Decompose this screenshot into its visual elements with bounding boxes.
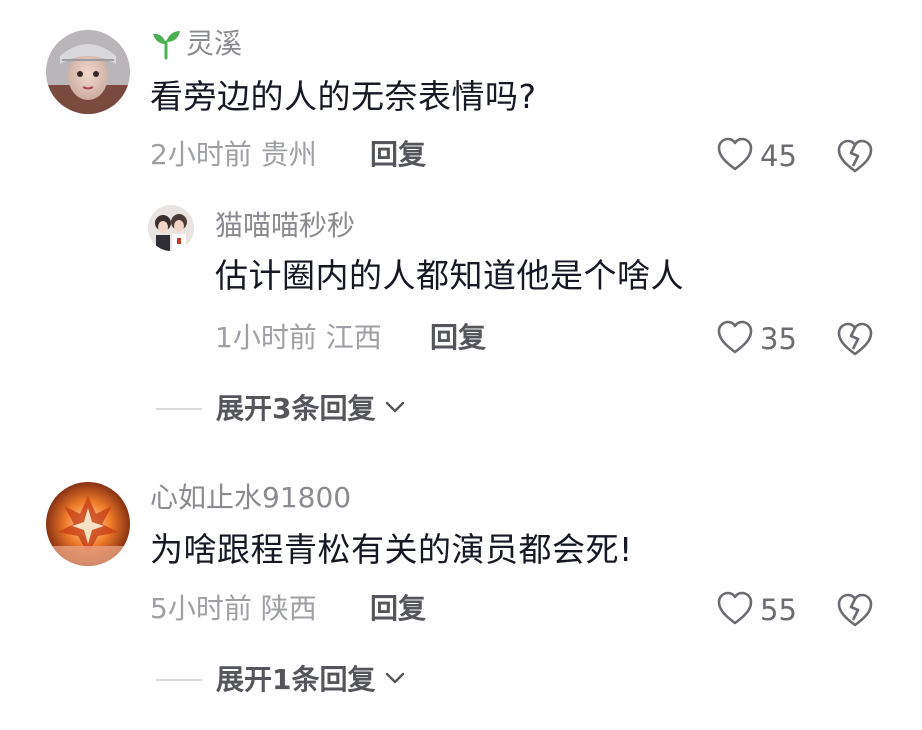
divider-line (156, 408, 202, 410)
broken-heart-icon (836, 138, 874, 178)
comment-username[interactable]: 心如止水91800 (150, 484, 351, 512)
comment-time: 5小时前 (150, 592, 252, 625)
chevron-down-icon (383, 397, 407, 421)
expand-replies-button[interactable]: 展开1条回复 (156, 666, 407, 694)
dislike-button[interactable] (836, 592, 874, 632)
comment-location: 陕西 (260, 592, 317, 625)
username-row: 灵溪 (150, 28, 242, 60)
chevron-down-icon (383, 668, 407, 692)
reply-username[interactable]: 猫喵喵秒秒 (215, 212, 355, 240)
expand-replies-label: 展开3条回复 (216, 392, 376, 425)
reply-button[interactable]: 回复 (430, 324, 486, 352)
like-button[interactable]: 35 (716, 319, 797, 359)
reply-time: 1小时前 (215, 321, 317, 354)
comment-text: 为啥跟程青松有关的演员都会死! (150, 530, 633, 569)
heart-outline-icon (716, 319, 754, 359)
broken-heart-icon (836, 592, 874, 632)
dislike-button[interactable] (836, 321, 874, 361)
avatar[interactable] (46, 482, 130, 566)
like-count: 35 (760, 321, 797, 356)
heart-outline-icon (716, 590, 754, 630)
like-count: 55 (760, 592, 797, 627)
divider-line (156, 679, 202, 681)
like-count: 45 (760, 138, 797, 173)
dislike-button[interactable] (836, 138, 874, 178)
broken-heart-icon (836, 321, 874, 361)
reply-meta: 1小时前 江西 (215, 324, 382, 352)
avatar[interactable] (46, 30, 130, 114)
reply-location: 江西 (325, 321, 382, 354)
reply-text: 估计圈内的人都知道他是个啥人 (215, 256, 684, 295)
comment-meta: 5小时前 陕西 (150, 595, 317, 623)
like-button[interactable]: 45 (716, 136, 797, 176)
sprout-icon (150, 28, 182, 60)
comment-time: 2小时前 (150, 138, 252, 171)
heart-outline-icon (716, 136, 754, 176)
like-button[interactable]: 55 (716, 590, 797, 630)
reply-button[interactable]: 回复 (370, 595, 426, 623)
comment-text: 看旁边的人的无奈表情吗? (150, 77, 537, 116)
expand-replies-button[interactable]: 展开3条回复 (156, 395, 407, 423)
comment-location: 贵州 (260, 138, 317, 171)
avatar[interactable] (148, 205, 194, 251)
expand-replies-label: 展开1条回复 (216, 663, 376, 696)
comment-username[interactable]: 灵溪 (186, 30, 242, 58)
reply-button[interactable]: 回复 (370, 141, 426, 169)
comment-meta: 2小时前 贵州 (150, 141, 317, 169)
